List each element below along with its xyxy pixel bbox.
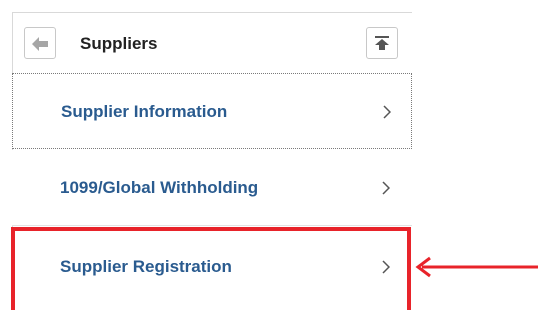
back-button[interactable] <box>24 27 56 59</box>
menu-item-supplier-information[interactable]: Supplier Information <box>12 73 412 149</box>
panel-header: Suppliers <box>12 13 412 73</box>
scroll-to-top-button[interactable] <box>366 27 398 59</box>
annotation-highlight-box <box>11 227 411 310</box>
menu-item-1099-global-withholding[interactable]: 1099/Global Withholding <box>12 150 412 226</box>
scroll-to-top-icon <box>375 36 389 50</box>
page-title: Suppliers <box>80 34 158 53</box>
menu-item-label: Supplier Information <box>61 102 228 121</box>
chevron-right-icon <box>383 105 391 119</box>
menu-item-label: 1099/Global Withholding <box>60 178 259 197</box>
screenshot-stage: Suppliers Supplier Information 1099/Glob… <box>0 0 540 310</box>
back-arrow-icon <box>32 37 48 51</box>
red-pointer-arrow-icon <box>415 256 538 278</box>
chevron-right-icon <box>382 181 390 195</box>
